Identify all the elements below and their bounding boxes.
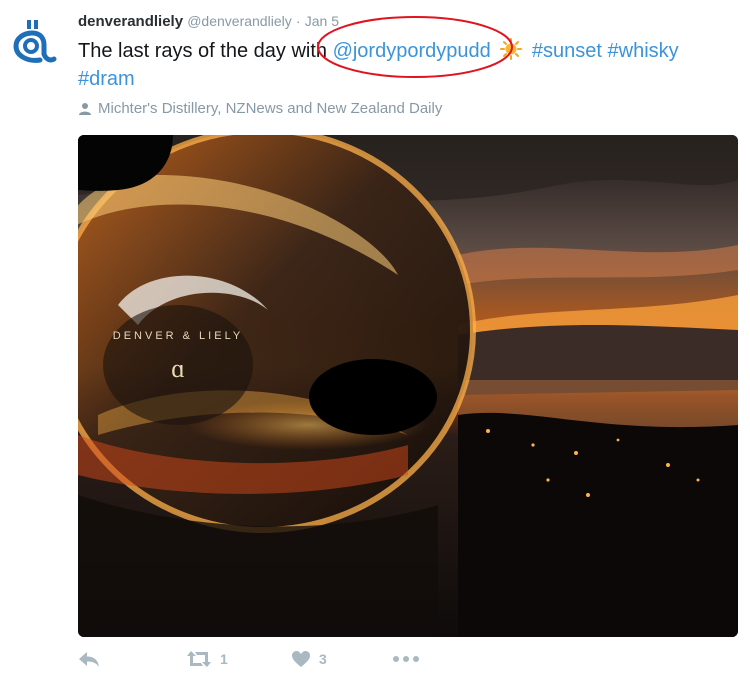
brand-logo-icon	[13, 20, 57, 63]
hashtag-dram[interactable]: #dram	[78, 68, 135, 90]
separator: ·	[295, 13, 301, 29]
tweet-photo[interactable]: ɑ DENVER & LIELY	[78, 135, 738, 637]
more-button[interactable]	[392, 654, 420, 664]
tweet-header: denverandliely @denverandliely · Jan 5	[78, 13, 339, 30]
more-icon	[393, 656, 419, 662]
tagged-users[interactable]: Michter's Distillery, NZNews and New Zea…	[78, 100, 442, 117]
display-name[interactable]: denverandliely	[78, 13, 183, 30]
user-handle[interactable]: @denverandliely	[187, 13, 292, 29]
reply-button[interactable]	[78, 650, 100, 668]
tweet-text-body: The last rays of the day with	[78, 40, 333, 62]
photo-bottle-logo: ɑ	[171, 354, 185, 383]
sunset-whisky-photo: ɑ DENVER & LIELY	[78, 135, 738, 637]
hashtag-whisky[interactable]: #whisky	[608, 40, 679, 62]
person-icon	[79, 102, 91, 115]
tagged-users-label: Michter's Distillery, NZNews and New Zea…	[98, 100, 443, 117]
like-button[interactable]: 3	[291, 650, 327, 668]
tweet-actions: 1 3	[78, 650, 438, 676]
avatar[interactable]	[10, 18, 58, 66]
redaction-mark	[309, 359, 437, 435]
hashtag-sunset[interactable]: #sunset	[532, 40, 602, 62]
sun-emoji-icon	[500, 38, 523, 60]
retweet-count: 1	[220, 651, 228, 667]
tweet-date[interactable]: Jan 5	[305, 13, 339, 29]
retweet-button[interactable]: 1	[186, 650, 228, 668]
reply-icon	[79, 652, 99, 667]
tweet-text: The last rays of the day with @jordypord…	[78, 37, 728, 93]
retweet-icon	[187, 651, 211, 667]
photo-bottle-lettering: DENVER & LIELY	[113, 330, 243, 342]
like-count: 3	[319, 651, 327, 667]
heart-icon	[292, 651, 310, 667]
mention-link[interactable]: @jordypordypudd	[333, 40, 491, 62]
